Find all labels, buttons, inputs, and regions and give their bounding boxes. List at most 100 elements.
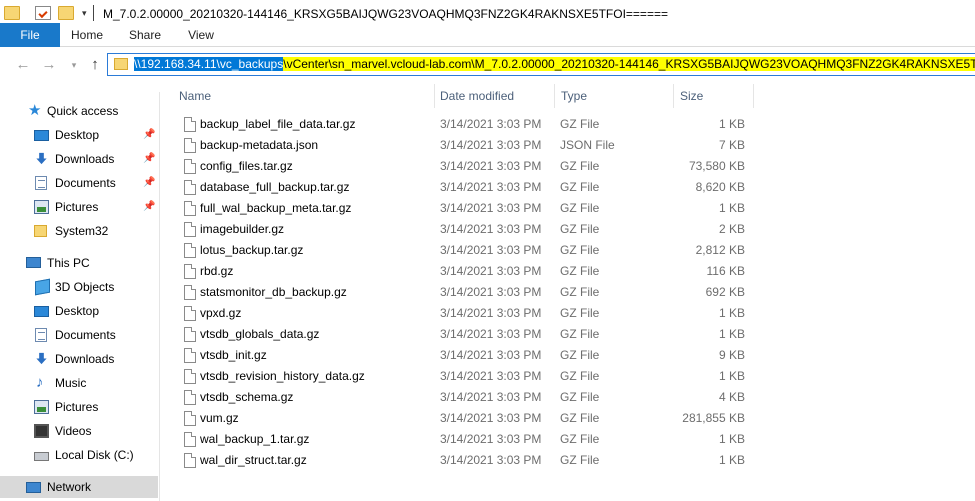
file-row[interactable]: imagebuilder.gz 3/14/2021 3:03 PM GZ Fil…: [176, 219, 751, 240]
sidebar-item-pictures[interactable]: Pictures 📌: [0, 196, 158, 218]
file-row[interactable]: vtsdb_init.gz 3/14/2021 3:03 PM GZ File …: [176, 345, 751, 366]
sidebar-item-label: Music: [55, 376, 87, 390]
file-size: 1 KB: [718, 453, 745, 467]
sidebar-item-label: Pictures: [55, 200, 99, 214]
file-date: 3/14/2021 3:03 PM: [440, 432, 542, 446]
sidebar-item-desktop-pc[interactable]: Desktop: [0, 300, 158, 322]
file-type: GZ File: [560, 201, 600, 215]
file-row[interactable]: vpxd.gz 3/14/2021 3:03 PM GZ File 1 KB: [176, 303, 751, 324]
file-row[interactable]: backup_label_file_data.tar.gz 3/14/2021 …: [176, 114, 751, 135]
sidebar-item-pictures-pc[interactable]: Pictures: [0, 396, 158, 418]
file-icon: [184, 180, 196, 195]
file-row[interactable]: full_wal_backup_meta.tar.gz 3/14/2021 3:…: [176, 198, 751, 219]
tab-share[interactable]: Share: [122, 23, 168, 47]
column-header-size[interactable]: Size: [680, 84, 750, 108]
sidebar-item-this-pc[interactable]: This PC: [0, 252, 158, 274]
file-type: JSON File: [560, 138, 615, 152]
tab-home[interactable]: Home: [64, 23, 110, 47]
pin-icon[interactable]: 📌: [143, 124, 155, 146]
file-icon: [184, 222, 196, 237]
tab-view[interactable]: View: [178, 23, 224, 47]
file-icon: [184, 348, 196, 363]
file-date: 3/14/2021 3:03 PM: [440, 117, 542, 131]
column-header-date-modified[interactable]: Date modified: [440, 84, 552, 108]
file-size: 281,855 KB: [682, 411, 745, 425]
back-arrow-icon[interactable]: ←: [14, 56, 32, 74]
file-type: GZ File: [560, 306, 600, 320]
pin-icon[interactable]: 📌: [143, 148, 155, 170]
recent-locations-chevron-icon[interactable]: ▾: [65, 56, 83, 74]
file-row[interactable]: database_full_backup.tar.gz 3/14/2021 3:…: [176, 177, 751, 198]
file-type: GZ File: [560, 453, 600, 467]
address-path[interactable]: \\192.168.34.11\vc_backups\vCenter\sn_ma…: [134, 56, 975, 73]
sidebar-item-local-disk[interactable]: Local Disk (C:): [0, 444, 158, 466]
file-date: 3/14/2021 3:03 PM: [440, 348, 542, 362]
pin-icon[interactable]: 📌: [143, 196, 155, 218]
file-date: 3/14/2021 3:03 PM: [440, 369, 542, 383]
sidebar-item-3d-objects[interactable]: 3D Objects: [0, 276, 158, 298]
tab-file[interactable]: File: [0, 23, 60, 47]
sidebar-item-documents[interactable]: Documents 📌: [0, 172, 158, 194]
column-divider[interactable]: [554, 84, 555, 108]
computer-icon: [26, 257, 41, 268]
file-row[interactable]: rbd.gz 3/14/2021 3:03 PM GZ File 116 KB: [176, 261, 751, 282]
column-divider[interactable]: [434, 84, 435, 108]
file-type: GZ File: [560, 411, 600, 425]
file-row[interactable]: wal_backup_1.tar.gz 3/14/2021 3:03 PM GZ…: [176, 429, 751, 450]
pictures-icon: [34, 400, 49, 414]
file-row[interactable]: vtsdb_schema.gz 3/14/2021 3:03 PM GZ Fil…: [176, 387, 751, 408]
file-date: 3/14/2021 3:03 PM: [440, 390, 542, 404]
file-row[interactable]: statsmonitor_db_backup.gz 3/14/2021 3:03…: [176, 282, 751, 303]
column-divider[interactable]: [673, 84, 674, 108]
videos-icon: [34, 424, 49, 438]
file-name: vtsdb_schema.gz: [200, 390, 294, 404]
drive-icon: [34, 452, 49, 461]
up-arrow-icon[interactable]: ↑: [86, 56, 104, 74]
file-name: backup_label_file_data.tar.gz: [200, 117, 356, 131]
sidebar-item-music[interactable]: ♪ Music: [0, 372, 158, 394]
sidebar-item-system32[interactable]: System32: [0, 220, 158, 242]
file-size: 1 KB: [718, 432, 745, 446]
pin-icon[interactable]: 📌: [143, 172, 155, 194]
file-row[interactable]: vum.gz 3/14/2021 3:03 PM GZ File 281,855…: [176, 408, 751, 429]
sidebar-item-documents-pc[interactable]: Documents: [0, 324, 158, 346]
column-divider[interactable]: [753, 84, 754, 108]
address-bar[interactable]: \\192.168.34.11\vc_backups\vCenter\sn_ma…: [107, 53, 975, 76]
file-date: 3/14/2021 3:03 PM: [440, 222, 542, 236]
quick-access-toolbar-dropdown-icon[interactable]: ▾: [82, 8, 87, 19]
title-separator: [93, 5, 94, 21]
forward-arrow-icon[interactable]: →: [40, 56, 58, 74]
folder-icon: [4, 6, 20, 20]
file-icon: [184, 411, 196, 426]
sidebar-item-label: Pictures: [55, 400, 99, 414]
sidebar-item-label: Downloads: [55, 152, 115, 166]
file-name: lotus_backup.tar.gz: [200, 243, 304, 257]
file-size: 8,620 KB: [695, 180, 745, 194]
new-folder-icon[interactable]: [58, 6, 74, 20]
file-date: 3/14/2021 3:03 PM: [440, 138, 542, 152]
documents-icon: [35, 176, 47, 190]
sidebar-item-network[interactable]: Network: [0, 476, 158, 498]
properties-icon[interactable]: [35, 6, 51, 20]
column-header-name[interactable]: Name: [179, 84, 431, 108]
file-size: 9 KB: [718, 348, 745, 362]
address-highlighted-text: \vCenter\sn_marvel.vcloud-lab.com\M_7.0.…: [283, 57, 975, 71]
file-icon: [184, 453, 196, 468]
column-header-type[interactable]: Type: [561, 84, 671, 108]
file-type: GZ File: [560, 327, 600, 341]
sidebar-item-quick-access[interactable]: ★ Quick access: [0, 100, 158, 122]
file-type: GZ File: [560, 243, 600, 257]
file-row[interactable]: config_files.tar.gz 3/14/2021 3:03 PM GZ…: [176, 156, 751, 177]
file-row[interactable]: wal_dir_struct.tar.gz 3/14/2021 3:03 PM …: [176, 450, 751, 471]
sidebar-item-downloads-pc[interactable]: Downloads: [0, 348, 158, 370]
sidebar-item-label: Documents: [55, 176, 116, 190]
sidebar-item-downloads[interactable]: Downloads 📌: [0, 148, 158, 170]
sidebar-item-desktop[interactable]: Desktop 📌: [0, 124, 158, 146]
file-row[interactable]: backup-metadata.json 3/14/2021 3:03 PM J…: [176, 135, 751, 156]
file-size: 7 KB: [718, 138, 745, 152]
file-row[interactable]: vtsdb_globals_data.gz 3/14/2021 3:03 PM …: [176, 324, 751, 345]
sidebar-item-videos[interactable]: Videos: [0, 420, 158, 442]
file-row[interactable]: lotus_backup.tar.gz 3/14/2021 3:03 PM GZ…: [176, 240, 751, 261]
file-row[interactable]: vtsdb_revision_history_data.gz 3/14/2021…: [176, 366, 751, 387]
sidebar-item-label: Local Disk (C:): [55, 448, 134, 462]
